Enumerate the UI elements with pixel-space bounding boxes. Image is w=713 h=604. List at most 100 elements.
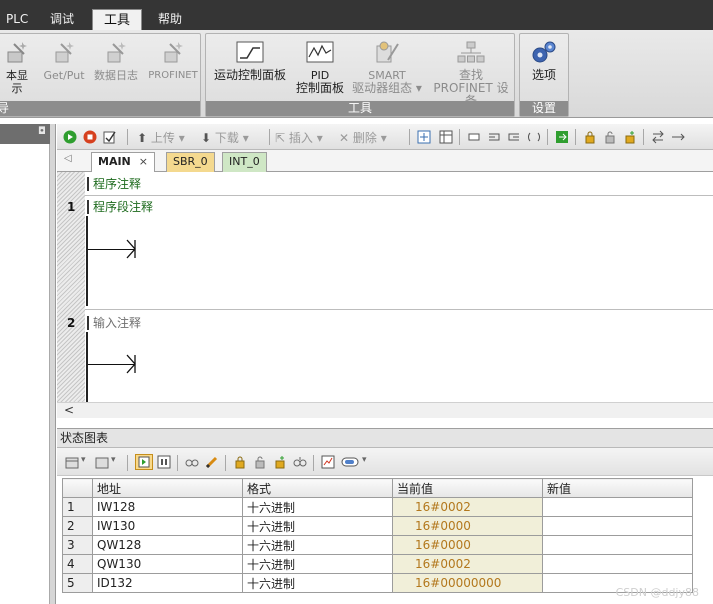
branch-left-icon[interactable] (487, 130, 501, 144)
network-1-comment[interactable]: 程序段注释 (87, 200, 153, 214)
menu-debug[interactable]: 调试 (50, 9, 74, 30)
box-icon[interactable] (555, 130, 569, 144)
format-cell[interactable]: 十六进制 (242, 554, 393, 574)
column-new-value[interactable]: 新值 (542, 478, 693, 498)
tab-main-label: MAIN (98, 155, 131, 168)
tab-scroll-left-icon[interactable]: ◁ (64, 153, 72, 164)
table-header-row: 地址 格式 当前值 新值 (62, 478, 693, 498)
trend-chart-icon[interactable] (321, 455, 335, 469)
row-number[interactable]: 3 (62, 535, 93, 555)
new-value-cell[interactable] (542, 497, 693, 517)
lock-icon[interactable] (583, 130, 597, 144)
toolbar-separator (225, 455, 226, 471)
new-value-cell[interactable] (542, 535, 693, 555)
menu-help[interactable]: 帮助 (158, 9, 182, 30)
ribbon-button-getput[interactable]: Get/Put (43, 40, 85, 82)
chevron-down-icon[interactable]: ▾ (362, 455, 367, 465)
coil-icon[interactable] (527, 130, 541, 144)
wire-icon[interactable] (671, 130, 685, 144)
tab-int0[interactable]: INT_0 (222, 152, 267, 172)
upload-arrow-icon: ⬆ (137, 131, 148, 145)
ribbon-group-settings-label: 设置 (520, 101, 568, 116)
column-current-value[interactable]: 当前值 (392, 478, 543, 498)
toolbar-separator (127, 129, 128, 145)
format-cell[interactable]: 十六进制 (242, 497, 393, 517)
program-tabs: ◁ MAIN × SBR_0 INT_0 (57, 150, 713, 172)
insert-row-icon[interactable] (95, 455, 109, 469)
table-row: 5 ID132 十六进制 16#00000000 (62, 573, 693, 593)
monitor-toggle-icon[interactable] (135, 454, 153, 470)
tab-main[interactable]: MAIN × (91, 152, 155, 172)
upload-button[interactable]: ⬆ 上传 ▾ (137, 129, 185, 146)
row-number[interactable]: 5 (62, 573, 93, 593)
network-2-number: 2 (67, 316, 76, 330)
column-format[interactable]: 格式 (242, 478, 393, 498)
symbol-table-icon[interactable] (439, 130, 453, 144)
ribbon-button-getput-label: Get/Put (43, 69, 85, 82)
horizontal-scrollbar[interactable]: < (57, 402, 713, 418)
ribbon-button-profinet[interactable]: PROFINET (145, 40, 201, 82)
pin-icon[interactable]: ◘ (38, 126, 46, 137)
row-number[interactable]: 2 (62, 516, 93, 536)
smart-drive-config-button[interactable]: SMART 驱动器组态 ▾ (346, 40, 428, 95)
motion-panel-button[interactable]: 运动控制面板 (208, 40, 292, 82)
address-cell[interactable]: QW130 (92, 554, 243, 574)
branch-right-icon[interactable] (507, 130, 521, 144)
lock-add-icon[interactable] (273, 455, 287, 469)
ribbon-button-profinet-label: PROFINET (148, 70, 198, 81)
wand-icon (107, 42, 126, 63)
find-profinet-device-button[interactable]: 查找 PROFINET 设备 (428, 40, 514, 108)
download-button[interactable]: ⬇ 下载 ▾ (201, 129, 249, 146)
swap-icon[interactable] (651, 130, 665, 144)
tab-sbr0[interactable]: SBR_0 (166, 152, 215, 172)
chevron-down-icon[interactable]: ▾ (111, 455, 116, 465)
format-cell[interactable]: 十六进制 (242, 535, 393, 555)
address-cell[interactable]: QW128 (92, 535, 243, 555)
address-cell[interactable]: IW128 (92, 497, 243, 517)
pause-icon[interactable] (157, 455, 171, 469)
stop-icon[interactable] (83, 130, 97, 144)
chevron-down-icon[interactable]: ▾ (81, 455, 86, 465)
delete-button[interactable]: ✕ 删除 ▾ (339, 129, 387, 146)
pencil-icon[interactable] (205, 455, 219, 469)
format-cell[interactable]: 十六进制 (242, 573, 393, 593)
address-cell[interactable]: IW130 (92, 516, 243, 536)
pane-splitter[interactable] (50, 124, 56, 604)
ribbon-button-display[interactable]: 本显示 (1, 40, 33, 95)
scroll-left-icon[interactable]: < (64, 403, 74, 417)
address-cell[interactable]: ID132 (92, 573, 243, 593)
contact-icon[interactable] (467, 130, 481, 144)
ribbon-button-datalog[interactable]: 数据日志 (89, 40, 143, 82)
unlock-icon[interactable] (253, 455, 267, 469)
toolbar-separator (127, 455, 128, 471)
new-value-cell[interactable] (542, 516, 693, 536)
network-2-comment[interactable]: 输入注释 (87, 316, 141, 330)
read-all-icon[interactable] (293, 455, 307, 469)
row-number[interactable]: 1 (62, 497, 93, 517)
new-value-cell[interactable] (542, 554, 693, 574)
menu-tools[interactable]: 工具 (92, 9, 142, 31)
program-comment[interactable]: 程序注释 (87, 177, 141, 191)
add-row-icon[interactable] (65, 455, 79, 469)
close-icon[interactable]: × (139, 155, 148, 168)
pid-panel-button[interactable]: PID 控制面板 (292, 40, 348, 95)
ribbon-button-display-label: 本显示 (6, 69, 28, 95)
display-mode-icon[interactable] (341, 455, 359, 469)
ladder-editor[interactable]: 程序注释 1 程序段注释 2 输入注释 < (57, 172, 713, 420)
network-1-number: 1 (67, 200, 76, 214)
column-address[interactable]: 地址 (92, 478, 243, 498)
wand-icon (55, 42, 74, 63)
compile-icon[interactable] (103, 130, 117, 144)
lock-icon[interactable] (233, 455, 247, 469)
insert-button[interactable]: ⇱ 插入 ▾ (275, 129, 323, 146)
network-view-icon[interactable] (417, 130, 431, 144)
lock-add-icon[interactable] (623, 130, 637, 144)
menu-plc[interactable]: PLC (6, 9, 28, 30)
row-number[interactable]: 4 (62, 554, 93, 574)
format-cell[interactable]: 十六进制 (242, 516, 393, 536)
options-button[interactable]: 选项 (522, 40, 566, 82)
network-1-arrow-icon (126, 239, 136, 259)
run-icon[interactable] (63, 130, 77, 144)
unlock-icon[interactable] (603, 130, 617, 144)
glasses-icon[interactable] (185, 455, 199, 469)
